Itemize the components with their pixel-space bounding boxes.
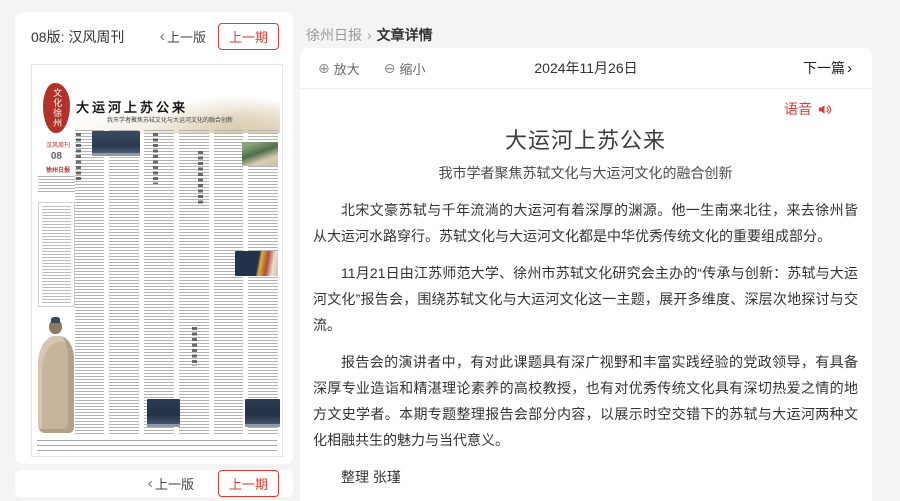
zoom-out-icon: ⊖	[384, 61, 396, 75]
photo-speaker-podium	[92, 131, 140, 157]
text-column	[214, 130, 244, 435]
sushi-hat	[51, 317, 60, 323]
breadcrumb: 徐州日报 › 文章详情	[306, 25, 433, 45]
photo-speaker-bottom-right	[245, 399, 280, 427]
weekly-name-text: 汉风周刊	[46, 140, 70, 149]
left-panel-footer: ‹ 上一版 上一期	[15, 470, 293, 497]
voice-label: 语音	[784, 99, 812, 119]
prev-page-label: 上一版	[167, 27, 206, 46]
left-panel-header: 08版: 汉风周刊 ‹ 上一版 上一期	[15, 12, 293, 59]
prev-page-link-bottom[interactable]: ‹ 上一版	[148, 474, 194, 493]
speaker-icon	[817, 102, 832, 117]
vertical-headline	[192, 327, 197, 366]
vertical-headline	[198, 151, 203, 206]
article-toolbar: ⊕ 放大 ⊖ 缩小 2024年11月26日 下一篇 ›	[300, 48, 872, 89]
chevron-left-icon: ‹	[160, 29, 165, 45]
text-column	[179, 130, 209, 435]
newspaper-thumbnail[interactable]: 文化徐州 汉风周刊 08 徐州日报 大运河上苏公来 我市学者聚焦苏轼文化与大运河…	[31, 64, 283, 457]
vertical-headline	[76, 133, 81, 182]
breadcrumb-root[interactable]: 徐州日报	[306, 27, 362, 43]
page-number: 08	[38, 151, 74, 162]
voice-row: 语音	[313, 99, 832, 119]
thumb-headline: 大运河上苏公来	[72, 97, 192, 116]
prev-page-label: 上一版	[155, 474, 194, 493]
chevron-left-icon: ‹	[148, 476, 153, 492]
article-panel: ⊕ 放大 ⊖ 缩小 2024年11月26日 下一篇 › 语音 大运河上苏公来 我…	[300, 48, 872, 501]
voice-button[interactable]: 语音	[784, 99, 832, 119]
article-paragraph: 北宋文豪苏轼与千年流淌的大运河有着深厚的渊源。他一生南来北往，来去徐州皆从大运河…	[313, 197, 858, 249]
text-lines	[42, 206, 70, 304]
next-article-button[interactable]: 下一篇 ›	[803, 58, 852, 78]
text-column	[109, 130, 139, 435]
sushi-robe	[38, 336, 74, 433]
article-paragraph: 报告会的演讲者中，有对此课题具有深广视野和丰富实践经验的党政领导，有具备深厚专业…	[313, 349, 858, 453]
photo-speaker-bottom-left	[147, 399, 180, 427]
left-column-box	[38, 202, 74, 308]
zoom-in-button[interactable]: ⊕ 放大	[318, 59, 360, 78]
prev-issue-button[interactable]: 上一期	[218, 23, 279, 50]
next-article-label: 下一篇	[803, 58, 845, 78]
sushi-illustration	[35, 317, 78, 432]
article-title: 大运河上苏公来	[313, 126, 858, 156]
chevron-right-icon: ›	[847, 61, 852, 76]
article-subtitle: 我市学者聚焦苏轼文化与大运河文化的融合创新	[313, 163, 858, 183]
breadcrumb-current: 文章详情	[377, 27, 433, 43]
zoom-in-icon: ⊕	[318, 61, 330, 75]
zoom-out-label: 缩小	[399, 59, 425, 78]
text-column	[144, 130, 174, 435]
vertical-headline	[153, 133, 158, 184]
edition-label: 08版: 汉风周刊	[31, 27, 160, 47]
newspaper-columns	[75, 130, 279, 435]
article-byline: 整理 张瑾	[313, 464, 858, 490]
prev-page-link[interactable]: ‹ 上一版	[160, 27, 206, 46]
left-panel: 08版: 汉风周刊 ‹ 上一版 上一期 文化徐州 汉风周刊 08 徐州日报 大运…	[15, 12, 293, 464]
paper-name-text: 徐州日报	[46, 165, 70, 174]
thumb-subtitle-text: 我市学者聚焦苏轼文化与大运河文化的融合创新	[107, 115, 233, 124]
thumb-subtitle: 我市学者聚焦苏轼文化与大运河文化的融合创新	[65, 114, 200, 132]
zoom-in-label: 放大	[334, 59, 360, 78]
photo-canal-painting	[242, 142, 278, 165]
prev-issue-button-bottom[interactable]: 上一期	[218, 470, 279, 497]
photo-lecturer	[235, 251, 279, 276]
page-footer-lines	[37, 440, 277, 451]
zoom-out-button[interactable]: ⊖ 缩小	[384, 59, 426, 78]
article-content: 语音 大运河上苏公来 我市学者聚焦苏轼文化与大运河文化的融合创新 北宋文豪苏轼与…	[300, 99, 872, 501]
article-paragraph: 11月21日由江苏师范大学、徐州市苏轼文化研究会主办的“传承与创新：苏轼与大运河…	[313, 260, 858, 338]
breadcrumb-separator: ›	[367, 27, 372, 43]
text-column	[248, 130, 278, 435]
paper-name: 徐州日报	[38, 164, 74, 182]
